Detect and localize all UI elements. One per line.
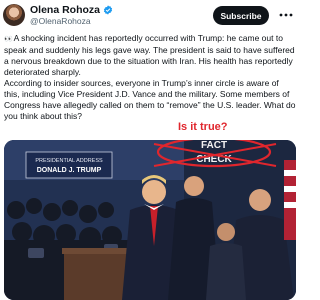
post-header: Olena Rohoza @OlenaRohoza Subscribe (0, 0, 300, 32)
banner-line-2: DONALD J. TRUMP (37, 167, 102, 174)
post-image[interactable]: PRESIDENTIAL ADDRESS DONALD J. TRUMP FAC… (4, 140, 296, 300)
subscribe-button[interactable]: Subscribe (213, 6, 269, 25)
eyes-emoji: 👀 (4, 36, 13, 43)
avatar[interactable] (3, 4, 25, 26)
is-it-true-annotation: Is it true? (178, 121, 228, 133)
post-paragraph-1-text: A shocking incident has reportedly occur… (4, 33, 295, 77)
author-name-row: Olena Rohoza (30, 3, 113, 16)
press-conference-photo: PRESIDENTIAL ADDRESS DONALD J. TRUMP FAC… (4, 140, 296, 300)
post-paragraph-1: 👀 A shocking incident has reportedly occ… (4, 33, 296, 78)
author-handle[interactable]: @OlenaRohoza (30, 16, 91, 26)
author-name[interactable]: Olena Rohoza (30, 4, 100, 16)
post-text: 👀 A shocking incident has reportedly occ… (4, 33, 296, 122)
more-dots-icon[interactable] (278, 8, 294, 22)
verified-badge-icon (103, 4, 113, 15)
banner-line-1: PRESIDENTIAL ADDRESS (35, 158, 103, 164)
stamp-fact: FACT (201, 140, 227, 151)
post-paragraph-2: According to insider sources, everyone i… (4, 78, 296, 121)
